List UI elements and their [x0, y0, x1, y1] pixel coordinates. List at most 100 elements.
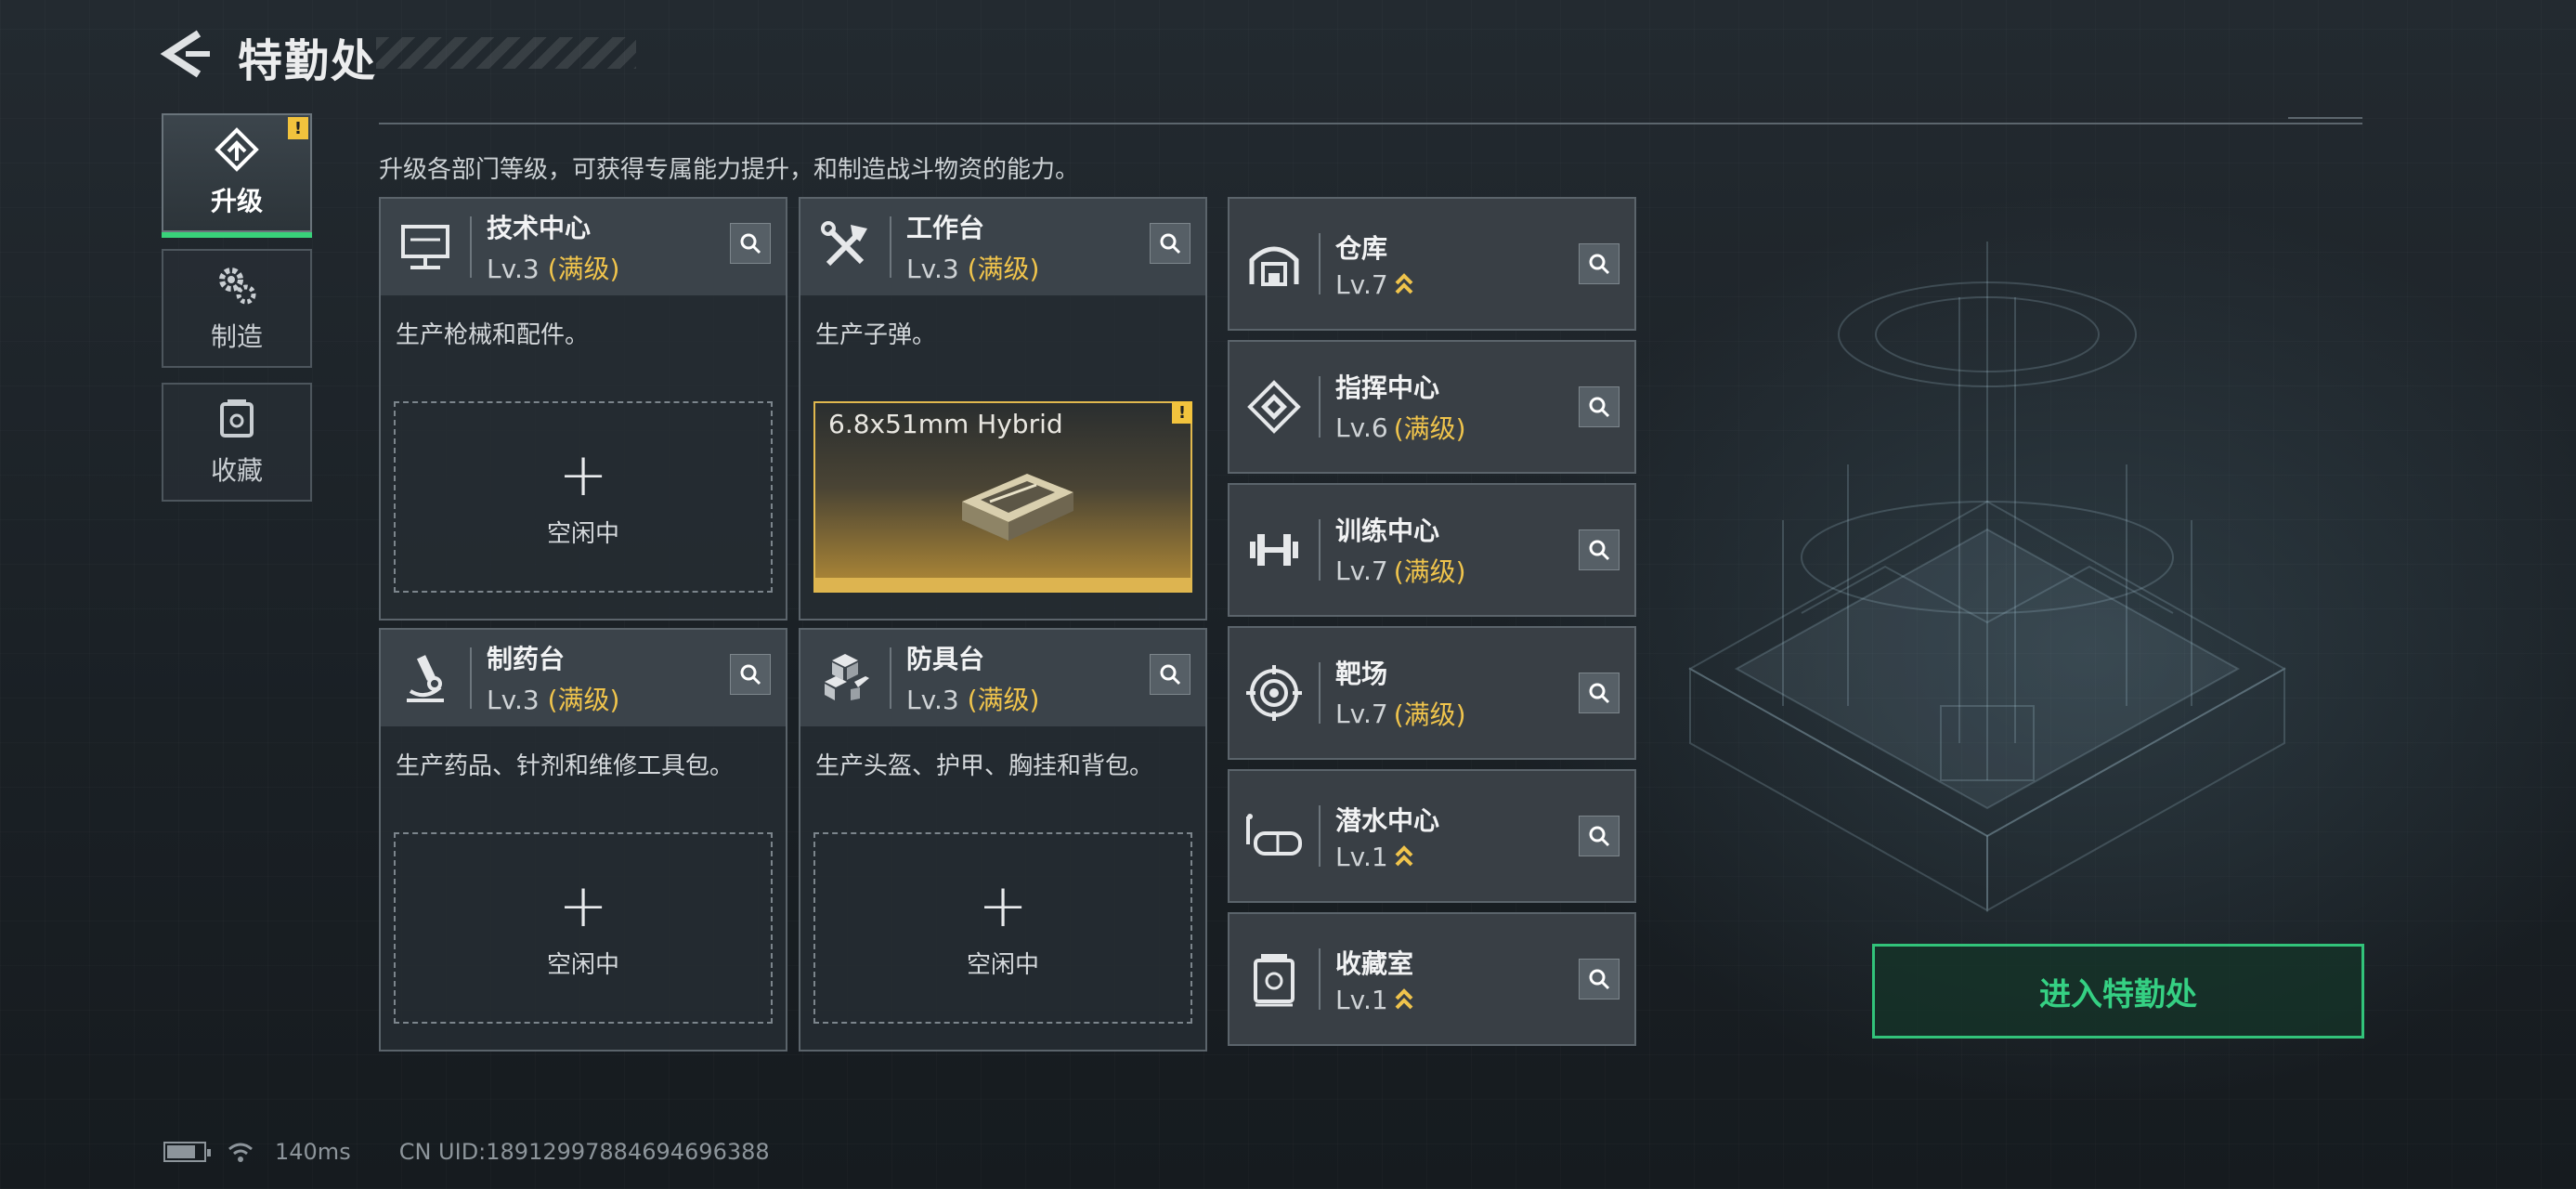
active-production-slot[interactable]: ! 6.8x51mm Hybrid — [813, 401, 1192, 593]
card-level: Lv.1 — [1335, 842, 1439, 872]
slot-status: 空闲中 — [546, 519, 619, 548]
card-diving-center[interactable]: 潜水中心 Lv.1 — [1228, 769, 1636, 903]
card-header: 制药台 Lv.3 (满级) — [381, 630, 786, 726]
diving-mask-icon — [1242, 804, 1306, 868]
empty-production-slot[interactable]: + 空闲中 — [394, 401, 773, 593]
title-decoration — [376, 37, 636, 69]
hq-blueprint-illustration — [1687, 242, 2287, 912]
inspect-button[interactable] — [730, 654, 771, 695]
inspect-button[interactable] — [730, 223, 771, 264]
max-level-tag: (满级) — [1393, 556, 1466, 587]
max-level-tag: (满级) — [967, 685, 1040, 715]
search-icon — [1160, 233, 1181, 255]
card-command-center[interactable]: 指挥中心 Lv.6 (满级) — [1228, 340, 1636, 474]
tab-label: 升级 — [210, 186, 263, 216]
card-title: 靶场 — [1335, 659, 1388, 689]
search-icon — [1589, 540, 1610, 561]
card-level: Lv.6 (满级) — [1335, 409, 1466, 446]
tools-icon — [813, 216, 877, 279]
card-pharmacy: 制药台 Lv.3 (满级) 生产药品、针剂和维修工具包。 + 空闲中 — [379, 628, 787, 1052]
collection-icon — [1242, 947, 1306, 1011]
inspect-button[interactable] — [1579, 529, 1620, 570]
inspect-button[interactable] — [1579, 816, 1620, 856]
search-icon — [1160, 664, 1181, 686]
card-level: Lv.3 (满级) — [487, 254, 620, 284]
card-title: 制药台 — [487, 644, 566, 674]
tab-label: 制造 — [210, 321, 263, 352]
card-level: Lv.1 — [1335, 985, 1414, 1015]
tab-collection[interactable]: 收藏 — [162, 383, 312, 502]
header-divider — [1319, 948, 1321, 1010]
empty-production-slot[interactable]: + 空闲中 — [813, 832, 1192, 1024]
plus-icon: + — [558, 440, 608, 510]
slot-status: 空闲中 — [966, 950, 1039, 979]
max-level-tag: (满级) — [1393, 413, 1466, 444]
dumbbell-icon — [1242, 518, 1306, 581]
tab-label: 收藏 — [210, 455, 263, 486]
card-training-center[interactable]: 训练中心 Lv.7 (满级) — [1228, 483, 1636, 617]
back-arrow-icon — [160, 30, 210, 78]
upgrade-available-icon — [1395, 845, 1413, 867]
cubes-icon — [813, 647, 877, 710]
max-level-tag: (满级) — [547, 254, 620, 284]
card-title: 仓库 — [1335, 232, 1388, 264]
gears-icon — [219, 268, 256, 305]
card-header: 技术中心 Lv.3 (满级) — [381, 199, 786, 295]
header-divider — [1319, 519, 1321, 581]
header-divider — [470, 647, 472, 709]
card-title: 训练中心 — [1335, 516, 1440, 546]
card-armor-bench: 防具台 Lv.3 (满级) 生产头盔、护甲、胸挂和背包。 + 空闲中 — [799, 628, 1207, 1052]
card-title: 工作台 — [906, 213, 985, 243]
battery-icon — [163, 1142, 211, 1162]
production-progress-bar — [815, 578, 1190, 591]
empty-production-slot[interactable]: + 空闲中 — [394, 832, 773, 1024]
card-level: Lv.7 (满级) — [1335, 552, 1466, 589]
warehouse-icon — [1242, 232, 1306, 295]
plus-icon: + — [558, 871, 608, 941]
tab-upgrade[interactable]: ! 升级 — [162, 113, 312, 238]
enter-hq-button[interactable]: 进入特勤处 — [1872, 944, 2364, 1039]
card-warehouse[interactable]: 仓库 Lv.7 — [1228, 197, 1636, 331]
page-description: 升级各部门等级，可获得专属能力提升，和制造战斗物资的能力。 — [379, 156, 1080, 184]
card-level: Lv.3 (满级) — [906, 254, 1040, 284]
card-collection-room[interactable]: 收藏室 Lv.1 — [1228, 912, 1636, 1046]
inspect-button[interactable] — [1150, 654, 1190, 695]
monitor-icon — [394, 216, 457, 279]
search-icon — [1589, 969, 1610, 990]
inspect-button[interactable] — [1579, 386, 1620, 427]
search-icon — [1589, 826, 1610, 847]
inspect-button[interactable] — [1579, 243, 1620, 284]
card-shooting-range[interactable]: 靶场 Lv.7 (满级) — [1228, 626, 1636, 760]
inspect-button[interactable] — [1579, 959, 1620, 1000]
search-icon — [1589, 397, 1610, 418]
card-description: 生产子弹。 — [815, 321, 937, 349]
card-tech-center: 技术中心 Lv.3 (满级) 生产枪械和配件。 + 空闲中 — [379, 197, 787, 621]
header-divider — [1319, 805, 1321, 867]
warning-badge: ! — [1172, 401, 1192, 424]
crafting-item-name: 6.8x51mm Hybrid — [828, 409, 1063, 439]
header-divider — [1319, 376, 1321, 438]
card-title: 潜水中心 — [1335, 804, 1440, 836]
card-title: 防具台 — [906, 644, 985, 674]
inspect-button[interactable] — [1150, 223, 1190, 264]
top-divider — [379, 117, 2362, 124]
max-level-tag: (满级) — [967, 254, 1040, 284]
card-title: 技术中心 — [487, 213, 592, 243]
inspect-button[interactable] — [1579, 673, 1620, 713]
status-bar: 140ms CN UID:18912997884694696388 — [163, 1139, 770, 1165]
header-divider — [890, 647, 891, 709]
card-level: Lv.7 (满级) — [1335, 695, 1466, 732]
card-title: 收藏室 — [1335, 947, 1414, 979]
warning-badge: ! — [288, 117, 308, 139]
tab-manufacture[interactable]: 制造 — [162, 249, 312, 368]
header-divider — [1319, 662, 1321, 724]
upgrade-available-icon — [1395, 273, 1413, 294]
card-level: Lv.3 (满级) — [906, 685, 1040, 715]
max-level-tag: (满级) — [547, 685, 620, 715]
back-button[interactable] — [158, 28, 214, 80]
plus-icon: + — [978, 871, 1028, 941]
search-icon — [1589, 254, 1610, 275]
slot-status: 空闲中 — [546, 950, 619, 979]
search-icon — [740, 233, 761, 255]
user-uid: CN UID:18912997884694696388 — [398, 1139, 770, 1165]
